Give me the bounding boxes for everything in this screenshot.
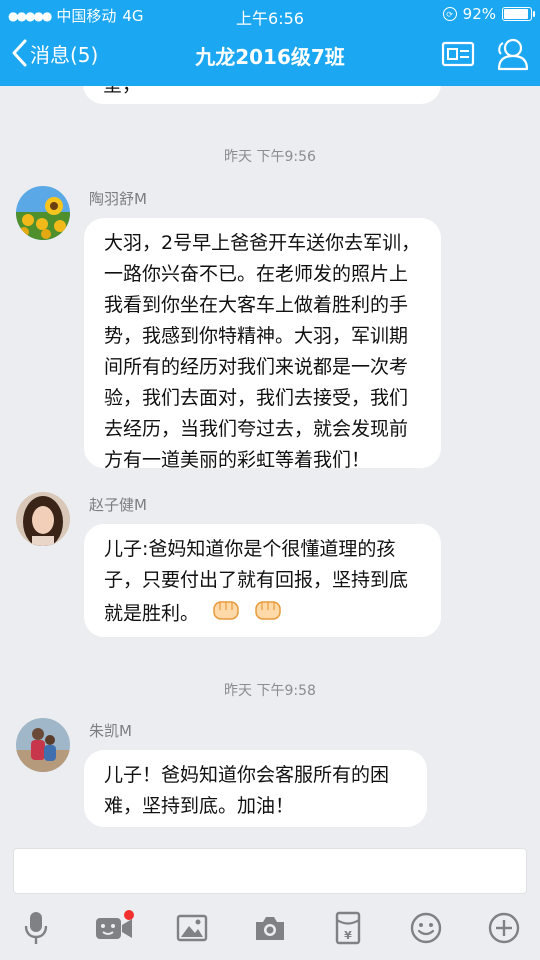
timestamp-1: 昨天 下午9:56: [224, 149, 316, 165]
camera-button[interactable]: [250, 908, 290, 948]
message-input[interactable]: [13, 848, 527, 894]
voice-button[interactable]: [16, 908, 56, 948]
battery-icon: [502, 7, 535, 21]
nav-bar: 消息(5) 九龙2016级7班: [0, 30, 540, 80]
message-bubble-3[interactable]: 儿子！爸妈知道你会客服所有的困难，坚持到底。加油！: [84, 750, 427, 827]
group-card-button[interactable]: [438, 36, 478, 72]
group-card-icon: [441, 41, 475, 67]
more-button[interactable]: [484, 908, 524, 948]
image-icon: [176, 914, 208, 942]
plus-icon: [488, 912, 520, 944]
microphone-icon: [24, 912, 48, 944]
status-bar: ●●●●● 中国移动 4G 上午6:56 ⟳ 92%: [0, 0, 540, 28]
message-bubble-2[interactable]: 儿子:爸妈知道你是个很懂道理的孩子，只要付出了就有回报，坚持到底就是胜利。: [84, 524, 441, 637]
fist-emoji-icon: [253, 596, 283, 632]
timestamp-2: 昨天 下午9:58: [224, 683, 316, 699]
video-badge: [124, 910, 134, 920]
input-toolbar: ¥: [0, 900, 540, 956]
sunflower-avatar-icon: [16, 186, 70, 240]
red-envelope-icon: ¥: [335, 911, 361, 945]
sender-name-3: 朱凯M: [89, 722, 132, 740]
rotation-lock-icon: ⟳: [442, 7, 457, 21]
status-right: ⟳ 92%: [442, 5, 535, 23]
emoji-button[interactable]: [406, 908, 446, 948]
message-bubble-prev[interactable]: 呈，: [83, 86, 441, 104]
sender-name-2: 赵子健M: [89, 496, 147, 514]
avatar-woman[interactable]: [16, 492, 70, 546]
message-text-prev: 呈，: [103, 86, 421, 101]
avatar-family[interactable]: [16, 718, 70, 772]
sender-name-1: 陶羽舒M: [89, 190, 147, 208]
message-bubble-1[interactable]: 大羽，2号早上爸爸开车送你去军训，一路你兴奋不已。在老师发的照片上我看到你坐在大…: [84, 218, 441, 471]
video-button[interactable]: [94, 908, 134, 948]
top-header: ●●●●● 中国移动 4G 上午6:56 ⟳ 92% 消息(5) 九龙2016级…: [0, 0, 540, 86]
battery-percent: 92%: [462, 5, 496, 23]
svg-text:¥: ¥: [344, 929, 352, 942]
message-text-1: 大羽，2号早上爸爸开车送你去军训，一路你兴奋不已。在老师发的照片上我看到你坐在大…: [104, 232, 421, 471]
woman-avatar-icon: [16, 492, 70, 546]
fist-emoji-icon: [211, 596, 241, 632]
emoji-icon: [410, 912, 442, 944]
group-members-button[interactable]: [492, 36, 532, 72]
red-envelope-button[interactable]: ¥: [328, 908, 368, 948]
family-avatar-icon: [16, 718, 70, 772]
chat-area[interactable]: 呈， 昨天 下午9:56 陶羽舒M 大羽，2号早上爸爸开车送你去军训，一路你兴奋…: [0, 86, 540, 840]
group-members-icon: [497, 38, 529, 71]
avatar-sunflower[interactable]: [16, 186, 70, 240]
input-bar: ¥: [0, 840, 540, 960]
image-button[interactable]: [172, 908, 212, 948]
camera-icon: [256, 917, 284, 940]
message-text-3: 儿子！爸妈知道你会客服所有的困难，坚持到底。加油！: [104, 764, 390, 817]
